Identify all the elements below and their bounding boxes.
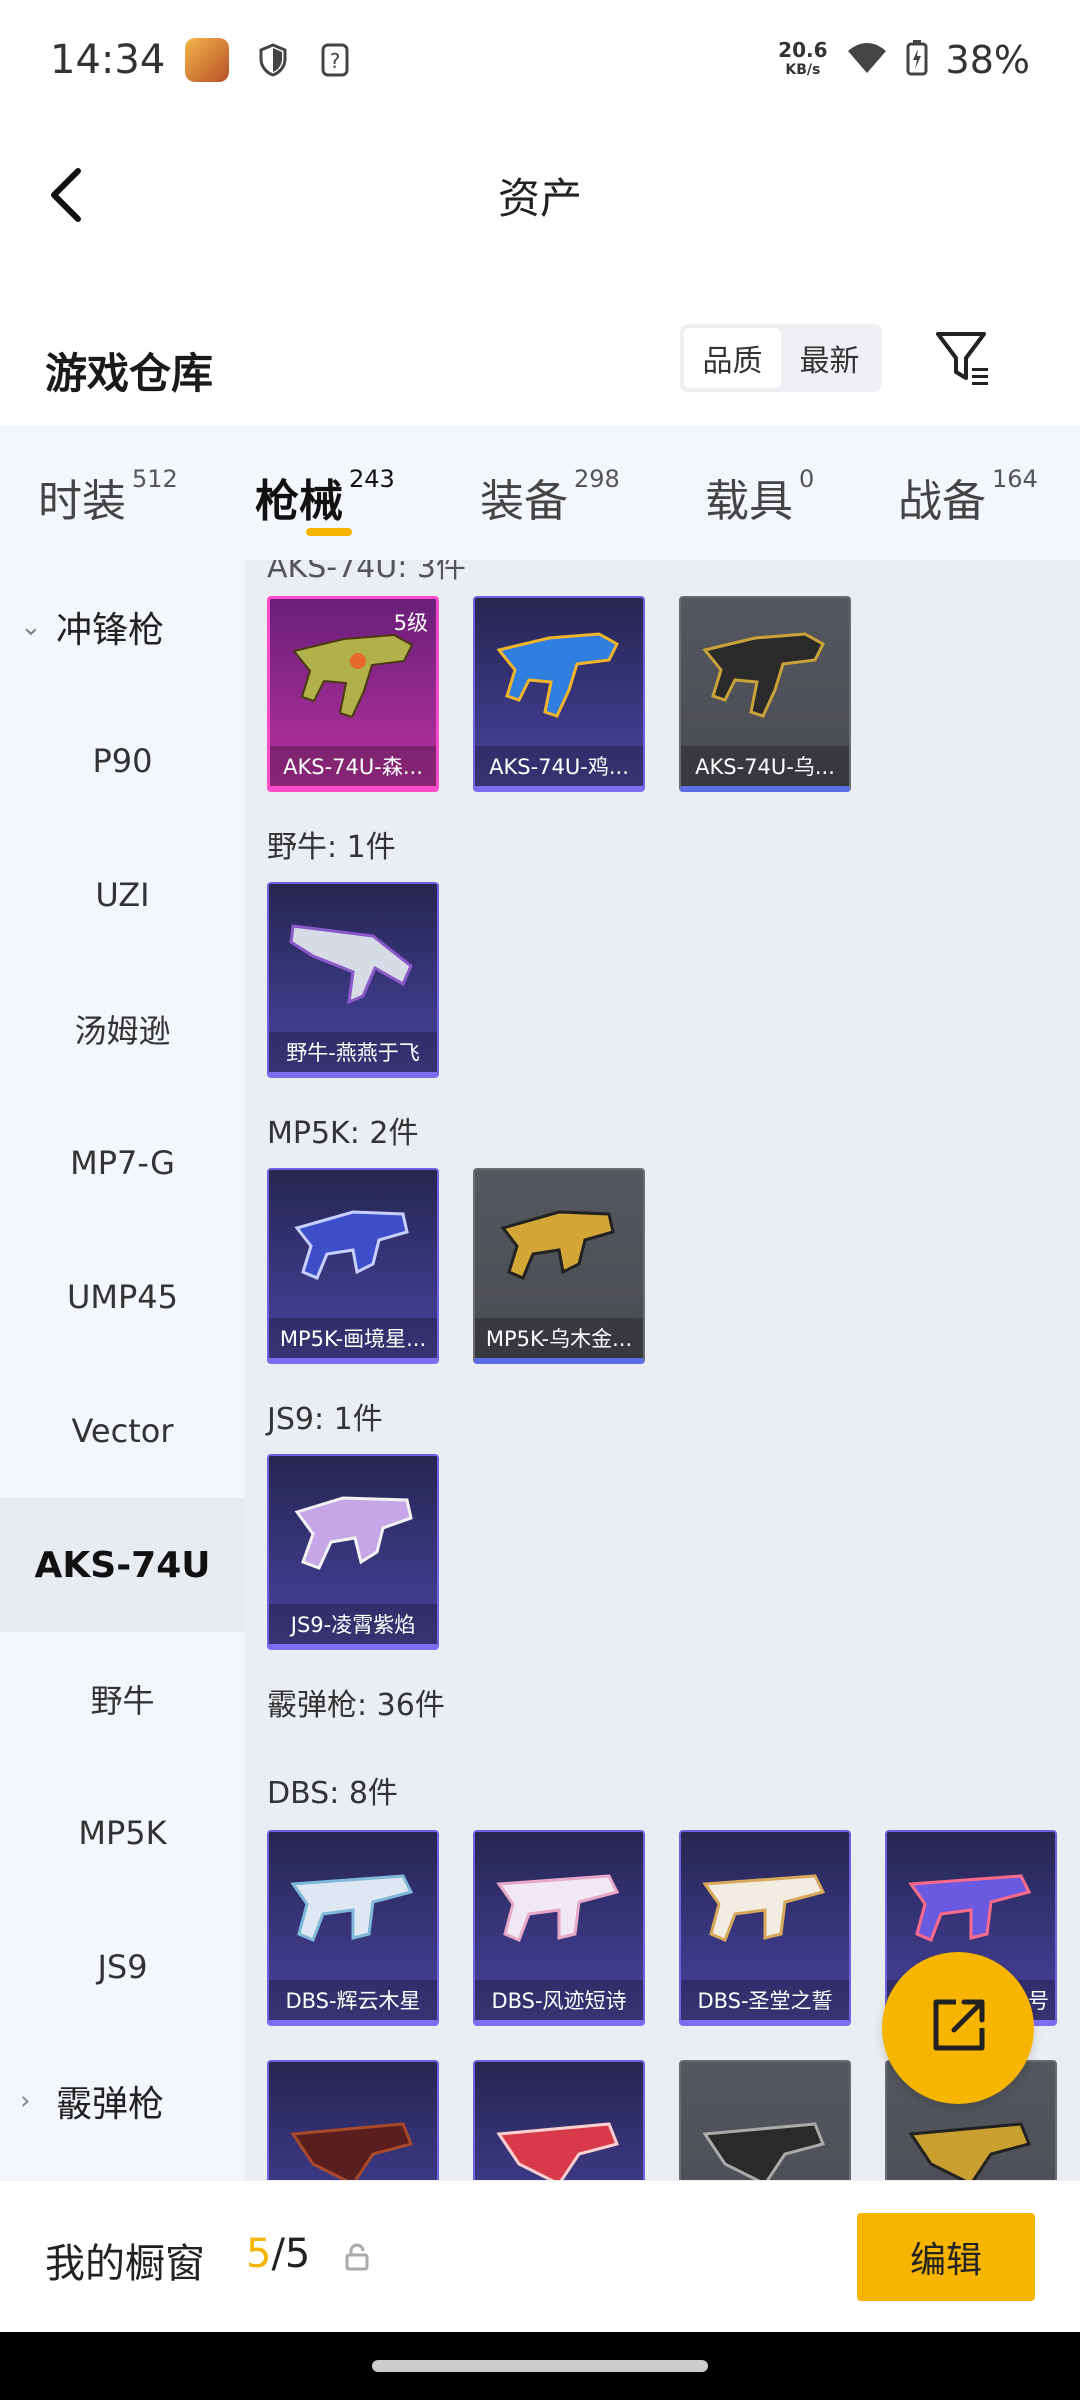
battery-icon: [906, 40, 928, 80]
weapon-card[interactable]: [473, 2060, 645, 2180]
status-time: 14:34: [50, 37, 166, 83]
group-label-bison: 野牛: 1件: [267, 830, 396, 865]
group-label-js9: JS9: 1件: [267, 1402, 383, 1437]
weapon-card[interactable]: [267, 2060, 439, 2180]
sidebar-item-mp5k[interactable]: MP5K: [0, 1766, 245, 1900]
share-fab-button[interactable]: [882, 1952, 1034, 2104]
category-tabs: 时装 512 枪械 243 装备 298 载具 0 战备 164: [0, 425, 1080, 560]
group-label-shotgun: 霰弹枪: 36件: [267, 1688, 445, 1723]
smg-skin-image: [294, 1496, 413, 1570]
shotgun-skin-image: [908, 1874, 1032, 1942]
sidebar-group-smg[interactable]: ⌄ 冲锋枪: [0, 560, 245, 694]
sidebar-group-shotgun[interactable]: › 霰弹枪: [0, 2034, 245, 2168]
sidebar-item-p90[interactable]: P90: [0, 694, 245, 828]
shotgun-skin-image: [702, 2122, 826, 2180]
weapon-card[interactable]: [679, 2060, 851, 2180]
shotgun-skin-image: [496, 1874, 620, 1942]
wifi-icon: [846, 41, 888, 79]
shotgun-skin-image: [290, 2122, 414, 2180]
tab-weapons[interactable]: 枪械 243: [255, 465, 395, 529]
weapon-card[interactable]: AKS-74U-乌...: [679, 596, 851, 792]
shield-icon: [255, 40, 291, 80]
lock-icon: [344, 2243, 370, 2275]
sort-quality-button[interactable]: 品质: [684, 328, 781, 388]
group-label-aks74u: AKS-74U: 3件: [267, 560, 466, 585]
tab-equipment[interactable]: 装备 298: [480, 465, 620, 529]
svg-text:?: ?: [330, 49, 341, 73]
weapon-card[interactable]: 5级 AKS-74U-森...: [267, 596, 439, 792]
showcase-label: 我的橱窗: [45, 2241, 205, 2287]
smg-skin-image: [500, 1210, 615, 1280]
sidebar-item-vector[interactable]: Vector: [0, 1364, 245, 1498]
app-icon: [185, 38, 230, 82]
app-header: 资产: [0, 140, 1080, 250]
group-label-dbs: DBS: 8件: [267, 1776, 398, 1811]
sidebar-item-bison[interactable]: 野牛: [0, 1632, 245, 1766]
sidebar-item-aks74u[interactable]: AKS-74U: [0, 1498, 245, 1632]
smg-skin-image: [702, 632, 825, 718]
weapon-card[interactable]: JS9-凌霄紫焰: [267, 1454, 439, 1650]
weapon-card[interactable]: DBS-圣堂之誓: [679, 1830, 851, 2026]
battery-percent: 38%: [945, 38, 1030, 82]
group-label-mp5k: MP5K: 2件: [267, 1116, 419, 1151]
section-header: 游戏仓库: [0, 310, 1080, 420]
sidebar-item-ump45[interactable]: UMP45: [0, 1230, 245, 1364]
weapon-card[interactable]: MP5K-画境星...: [267, 1168, 439, 1364]
weapon-grid: AKS-74U: 3件 5级 AKS-74U-森... AKS-74U-鸡...…: [245, 560, 1080, 2180]
weapon-card[interactable]: AKS-74U-鸡...: [473, 596, 645, 792]
shotgun-skin-image: [496, 2122, 620, 2180]
weapon-card[interactable]: 野牛-燕燕于飞: [267, 882, 439, 1078]
section-title: 游戏仓库: [45, 349, 214, 398]
external-link-icon: [926, 1994, 990, 2062]
smg-skin-image: [496, 632, 619, 718]
tab-fashion[interactable]: 时装 512: [38, 465, 178, 529]
showcase-count: 5/5: [246, 2231, 311, 2277]
net-speed: 20.6 KB/s: [778, 38, 828, 78]
page-title: 资产: [497, 173, 582, 223]
weapon-card[interactable]: DBS-风迹短诗: [473, 1830, 645, 2026]
sidebar-item-mp7g[interactable]: MP7-G: [0, 1096, 245, 1230]
weapon-card[interactable]: MP5K-乌木金...: [473, 1168, 645, 1364]
active-tab-indicator: [306, 528, 352, 536]
sidebar-item-uzi[interactable]: UZI: [0, 828, 245, 962]
shotgun-skin-image: [702, 1874, 826, 1942]
question-icon: ?: [317, 40, 353, 80]
chevron-right-icon: ›: [20, 2086, 31, 2116]
weapon-card[interactable]: DBS-辉云木星: [267, 1830, 439, 2026]
showcase-bar: 我的橱窗 5/5 编辑: [0, 2180, 1080, 2332]
weapon-type-sidebar: ⌄ 冲锋枪 P90 UZI 汤姆逊 MP7-G UMP45 Vector AKS…: [0, 560, 245, 2180]
tab-gear[interactable]: 战备 164: [898, 465, 1038, 529]
sort-newest-button[interactable]: 最新: [781, 328, 878, 388]
home-gesture-handle[interactable]: [372, 2360, 708, 2372]
smg-skin-image: [294, 1210, 409, 1280]
tab-vehicles[interactable]: 载具 0: [705, 465, 814, 529]
edit-button[interactable]: 编辑: [857, 2213, 1035, 2301]
smg-skin-image: [292, 633, 414, 719]
shotgun-skin-image: [290, 1874, 414, 1942]
filter-icon[interactable]: [932, 326, 996, 390]
sidebar-item-js9[interactable]: JS9: [0, 1900, 245, 2034]
status-bar: 14:34 ? 20.6 KB/s 38%: [0, 0, 1080, 120]
smg-skin-image: [289, 924, 413, 1005]
chevron-down-icon: ⌄: [20, 612, 42, 642]
sort-toggle: 品质 最新: [680, 324, 882, 392]
sidebar-item-thompson[interactable]: 汤姆逊: [0, 962, 245, 1096]
back-arrow-icon[interactable]: [40, 165, 100, 225]
